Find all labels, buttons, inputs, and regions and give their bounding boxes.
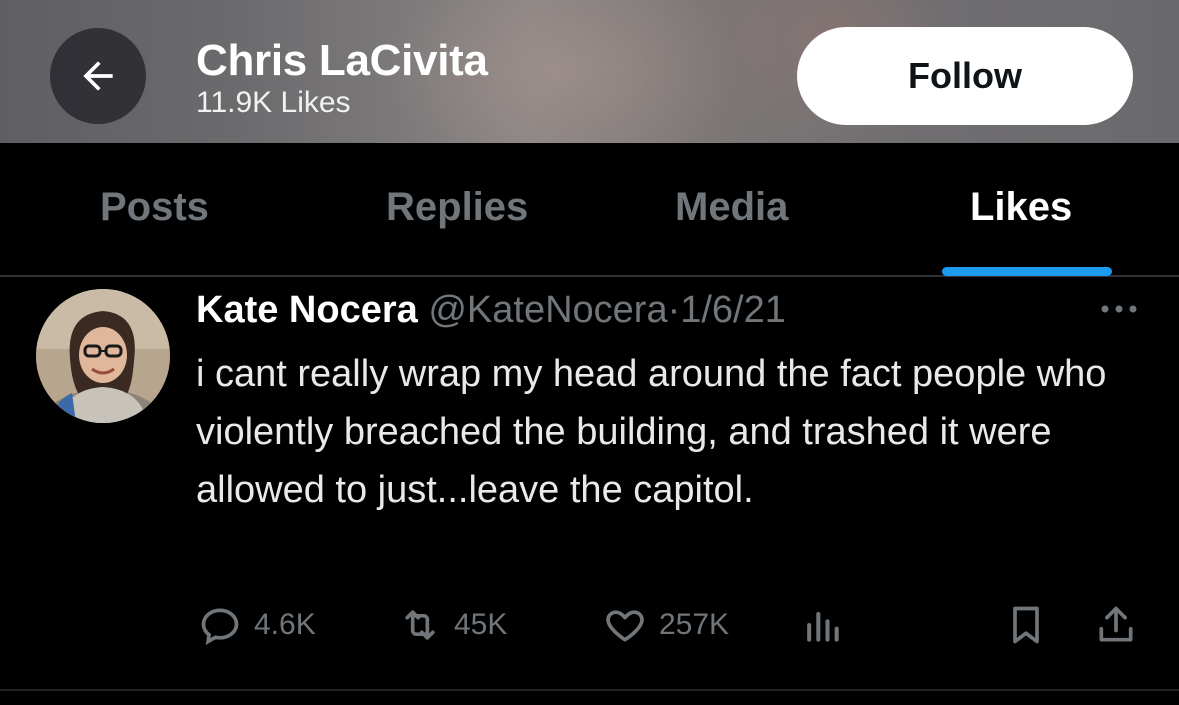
reply-icon [201, 608, 239, 645]
reply-button[interactable]: 4.6K [198, 603, 316, 647]
tab-likes[interactable]: Likes [970, 185, 1072, 230]
more-horizontal-icon[interactable] [1097, 301, 1141, 317]
profile-likes-count: 11.9K Likes [196, 86, 351, 119]
back-button[interactable] [50, 28, 146, 124]
meta-separator: · [667, 289, 681, 331]
tweet-date[interactable]: 1/6/21 [680, 289, 786, 331]
avatar[interactable] [36, 289, 170, 423]
profile-header: Chris LaCivita 11.9K Likes Follow [0, 0, 1179, 143]
tab-media[interactable]: Media [675, 185, 788, 230]
repost-button[interactable]: 45K [398, 603, 507, 647]
like-count: 257K [659, 608, 730, 641]
tweet-text: i cant really wrap my head around the fa… [196, 353, 1107, 511]
views-chart-icon [807, 611, 839, 642]
active-tab-indicator [942, 267, 1112, 276]
heart-icon [606, 610, 644, 642]
arrow-left-icon [83, 61, 113, 91]
share-icon [1099, 606, 1133, 642]
repost-count: 45K [454, 608, 508, 641]
reply-count: 4.6K [254, 608, 316, 641]
divider [0, 689, 1179, 691]
tweet-handle[interactable]: @KateNocera [428, 289, 667, 331]
like-button[interactable]: 257K [603, 603, 729, 647]
follow-button[interactable]: Follow [797, 27, 1133, 125]
repost-icon [405, 610, 435, 640]
share-button[interactable] [1094, 603, 1138, 647]
tweet-header: Kate Nocera @KateNocera·1/6/21 [196, 289, 786, 332]
bookmark-button[interactable] [1004, 603, 1048, 647]
bookmark-icon [1013, 606, 1039, 644]
avatar-image [36, 289, 170, 423]
views-button[interactable] [800, 603, 844, 647]
profile-tabs: Posts Replies Media Likes [0, 143, 1179, 277]
tab-replies[interactable]: Replies [386, 185, 528, 230]
profile-name: Chris LaCivita [196, 36, 488, 85]
tweet-author[interactable]: Kate Nocera [196, 289, 418, 331]
tweet[interactable]: Kate Nocera @KateNocera·1/6/21 i cant re… [0, 279, 1179, 689]
tab-posts[interactable]: Posts [100, 185, 209, 230]
